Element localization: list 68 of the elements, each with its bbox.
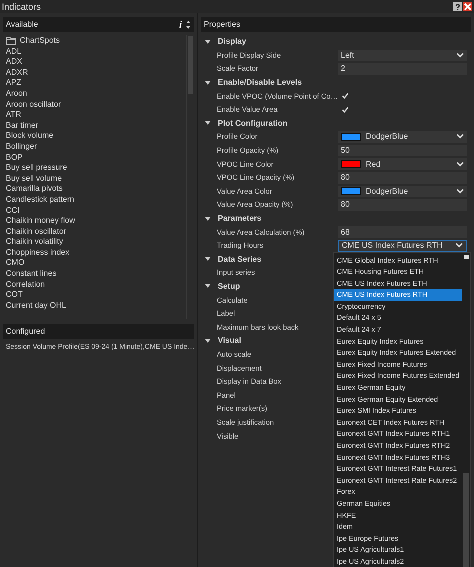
collapse-icon[interactable] xyxy=(205,216,211,221)
scrollbar[interactable] xyxy=(186,35,194,319)
color-dropdown[interactable]: Red xyxy=(338,158,467,170)
chevron-down-icon xyxy=(457,188,464,194)
list-item[interactable]: Chaikin oscillator xyxy=(6,226,183,238)
list-item[interactable]: Aroon oscillator xyxy=(6,100,183,110)
input-field[interactable]: 68 xyxy=(338,226,467,238)
category-label: Visual xyxy=(218,336,242,346)
help-icon[interactable] xyxy=(453,2,462,11)
list-item[interactable]: BOP xyxy=(6,152,183,164)
color-dropdown[interactable]: DodgerBlue xyxy=(338,131,467,143)
list-item[interactable]: ATR xyxy=(6,110,183,121)
dropdown-field[interactable]: Left xyxy=(338,50,467,62)
list-item[interactable]: Choppiness index xyxy=(6,248,183,258)
list-item[interactable]: Block volume xyxy=(6,131,183,142)
collapse-icon[interactable] xyxy=(205,121,211,126)
input-field[interactable]: 50 xyxy=(338,144,467,156)
list-item[interactable]: APZ xyxy=(6,78,183,89)
list-item[interactable]: Constant lines xyxy=(6,269,183,280)
list-item[interactable]: ADL xyxy=(6,46,183,58)
panel-title: Properties xyxy=(204,20,242,29)
collapse-icon[interactable] xyxy=(205,284,211,288)
input-field[interactable]: 2 xyxy=(338,63,467,75)
list-item[interactable]: CCI xyxy=(6,206,183,216)
category-label: Display xyxy=(218,37,246,46)
dropdown-field[interactable]: CME US Index Futures RTH xyxy=(338,240,467,252)
folder-icon xyxy=(6,37,16,46)
chevron-down-icon xyxy=(457,52,464,58)
list-item[interactable]: CMO xyxy=(6,258,183,270)
list-item[interactable]: Correlation xyxy=(6,280,183,290)
list-item[interactable]: Chaikin volatility xyxy=(6,237,183,248)
color-dropdown[interactable]: DodgerBlue xyxy=(338,186,467,198)
category-label: Parameters xyxy=(218,214,262,224)
category-label: Enable/Disable Levels xyxy=(218,78,302,88)
category-label: Data Series xyxy=(218,254,262,264)
list-item[interactable]: Camarilla pivots xyxy=(6,184,183,195)
list-item[interactable]: ChartSpots xyxy=(20,36,60,47)
info-button[interactable]: i xyxy=(179,20,182,30)
list-item[interactable]: Bar timer xyxy=(6,120,183,132)
list-item[interactable]: Aroon xyxy=(6,88,183,100)
category-label: Setup xyxy=(218,282,240,291)
window-title: Indicators xyxy=(2,2,42,12)
checkbox[interactable] xyxy=(341,106,349,114)
collapse-icon[interactable] xyxy=(205,257,211,262)
chevron-down-icon xyxy=(457,162,464,167)
scrollbar[interactable] xyxy=(462,252,470,567)
category-label: Plot Configuration xyxy=(218,118,288,128)
sort-icon[interactable] xyxy=(186,20,191,30)
list-item[interactable]: Buy sell pressure xyxy=(6,163,183,174)
list-item[interactable]: Bollinger xyxy=(6,142,183,153)
list-item[interactable]: Candlestick pattern xyxy=(6,194,183,206)
checkbox[interactable] xyxy=(341,92,349,100)
list-item[interactable]: Buy sell volume xyxy=(6,174,183,184)
panel-title: Configured xyxy=(6,327,46,336)
collapse-icon[interactable] xyxy=(205,40,211,44)
list-item[interactable]: ADX xyxy=(6,57,183,68)
chevron-down-icon xyxy=(456,243,463,248)
list-item[interactable]: Chaikin money flow xyxy=(6,216,183,227)
close-icon[interactable] xyxy=(463,2,472,11)
collapse-icon[interactable] xyxy=(205,80,211,85)
list-item[interactable]: Current day OHL xyxy=(6,300,183,312)
input-field[interactable]: 80 xyxy=(338,199,467,211)
panel-title: Available xyxy=(6,20,40,29)
chevron-down-icon xyxy=(457,134,464,140)
list-item[interactable]: ADXR xyxy=(6,68,183,78)
collapse-icon[interactable] xyxy=(205,338,211,343)
list-item[interactable]: COT xyxy=(6,290,183,301)
input-field[interactable]: 80 xyxy=(338,172,467,184)
